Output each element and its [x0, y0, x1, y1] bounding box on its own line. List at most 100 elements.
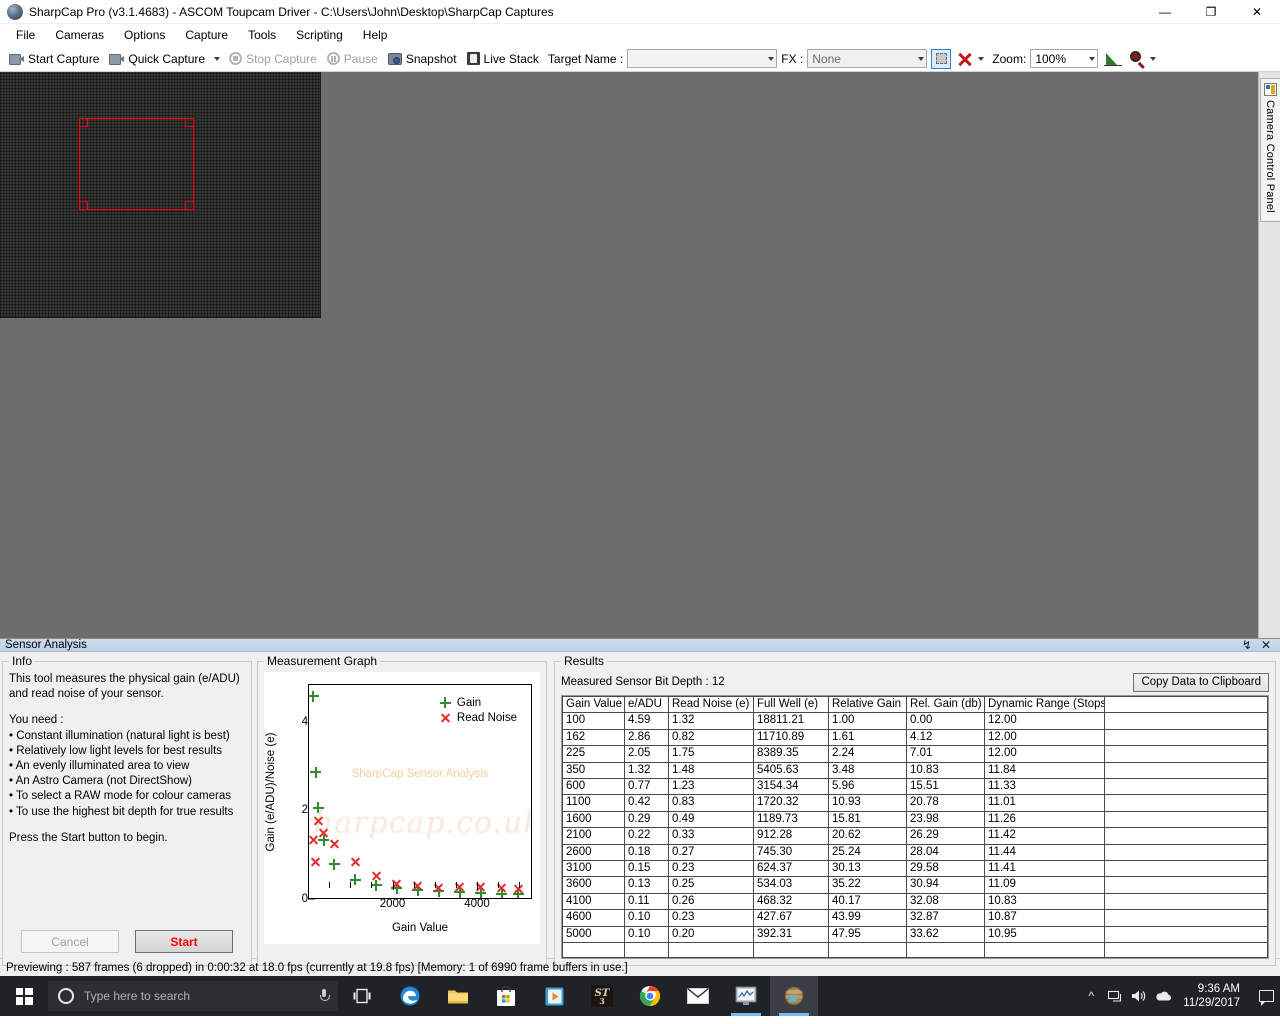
- start-menu-button[interactable]: [0, 976, 48, 1016]
- zoom-select[interactable]: 100%: [1030, 49, 1099, 68]
- table-header-cell-0[interactable]: Gain Value: [562, 696, 625, 714]
- roi-handle-top-right[interactable]: [185, 118, 194, 127]
- table-row[interactable]: 3600 0.13 0.25 534.03 35.22 30.94 11.09: [562, 876, 1268, 894]
- minimize-button[interactable]: —: [1142, 0, 1188, 24]
- taskbar-app-sharpcap[interactable]: [770, 976, 818, 1016]
- action-center-button[interactable]: [1252, 976, 1280, 1016]
- quick-capture-button[interactable]: Quick Capture: [104, 50, 210, 68]
- camera-preview[interactable]: [0, 72, 321, 318]
- pin-icon[interactable]: ↯: [1242, 639, 1252, 651]
- info-bullet: • An Astro Camera (not DirectShow): [9, 775, 192, 788]
- table-cell: 10.83: [984, 892, 1105, 911]
- histogram-icon[interactable]: [1104, 51, 1123, 66]
- table-header-cell-5[interactable]: Rel. Gain (db): [906, 696, 985, 714]
- menu-help[interactable]: Help: [353, 25, 398, 45]
- results-table-container[interactable]: Gain Value e/ADU Read Noise (e) Full Well (…: [561, 695, 1269, 960]
- table-row[interactable]: 1600 0.29 0.49 1189.73 15.81 23.98 11.26: [562, 810, 1268, 829]
- menu-cameras[interactable]: Cameras: [45, 25, 114, 45]
- taskbar-app-chrome[interactable]: [626, 976, 674, 1016]
- menu-options[interactable]: Options: [114, 25, 175, 45]
- menu-capture[interactable]: Capture: [175, 25, 238, 45]
- volume-icon[interactable]: [1127, 989, 1151, 1003]
- x-tick-minor: [371, 882, 373, 888]
- maximize-button[interactable]: ❐: [1188, 0, 1234, 24]
- table-cell: 40.17: [828, 892, 907, 911]
- taskbar-app-mail[interactable]: [674, 976, 722, 1016]
- network-icon[interactable]: [1103, 990, 1127, 1003]
- taskbar-app-file-explorer[interactable]: [434, 976, 482, 1016]
- menu-tools[interactable]: Tools: [238, 25, 286, 45]
- data-point-read-noise: [329, 838, 340, 849]
- table-cell: 3154.34: [753, 778, 829, 796]
- table-cell: 0.42: [624, 794, 669, 812]
- camera-control-panel-tab[interactable]: Camera Control Panel: [1259, 78, 1280, 222]
- table-header-cell-1[interactable]: e/ADU: [624, 696, 669, 714]
- select-area-button[interactable]: [931, 48, 952, 69]
- fx-select[interactable]: None: [807, 49, 928, 68]
- table-row[interactable]: 350 1.32 1.48 5405.63 3.48 10.83 11.84: [562, 761, 1268, 780]
- start-button[interactable]: Start: [135, 930, 233, 954]
- table-cell: 0.23: [668, 860, 754, 878]
- table-row[interactable]: 4600 0.10 0.23 427.67 43.99 32.87 10.87: [562, 909, 1268, 927]
- roi-handle-bottom-right[interactable]: [185, 201, 194, 210]
- table-cell: [1104, 778, 1268, 796]
- taskbar-app-phd2[interactable]: [722, 976, 770, 1016]
- roi-selection-rectangle[interactable]: [79, 118, 194, 210]
- table-cell: 20.78: [906, 794, 985, 812]
- table-row[interactable]: 4100 0.11 0.26 468.32 40.17 32.08 10.83: [562, 892, 1268, 911]
- pause-button[interactable]: Pause: [322, 50, 383, 68]
- table-cell: 4100: [562, 892, 625, 911]
- table-cell: 4.59: [624, 712, 669, 730]
- table-cell: 5405.63: [753, 761, 829, 780]
- show-hidden-icons-chevron[interactable]: ^: [1079, 989, 1103, 1003]
- close-button[interactable]: ✕: [1234, 0, 1280, 24]
- roi-handle-top-left[interactable]: [79, 118, 88, 127]
- microphone-icon[interactable]: [318, 988, 330, 1004]
- table-row[interactable]: 2600 0.18 0.27 745.30 25.24 28.04 11.44: [562, 843, 1268, 862]
- table-header-cell-4[interactable]: Relative Gain: [828, 696, 907, 714]
- onedrive-icon[interactable]: [1151, 990, 1175, 1002]
- table-cell: 11.09: [984, 876, 1105, 894]
- stop-capture-button[interactable]: Stop Capture: [224, 50, 322, 68]
- table-cell: 468.32: [753, 892, 829, 911]
- task-view-button[interactable]: [338, 976, 386, 1016]
- table-row[interactable]: 5000 0.10 0.20 392.31 47.95 33.62 10.95: [562, 925, 1268, 944]
- table-row[interactable]: 225 2.05 1.75 8389.35 2.24 7.01 12.00: [562, 745, 1268, 763]
- cortana-icon: [58, 988, 74, 1004]
- snapshot-button[interactable]: Snapshot: [383, 50, 462, 68]
- menu-file[interactable]: File: [6, 25, 45, 45]
- table-header-cell-7[interactable]: [1104, 696, 1268, 714]
- table-row[interactable]: 3100 0.15 0.23 624.37 30.13 29.58 11.41: [562, 860, 1268, 878]
- copy-data-to-clipboard-button[interactable]: Copy Data to Clipboard: [1133, 672, 1269, 692]
- table-row[interactable]: 1100 0.42 0.83 1720.32 10.93 20.78 11.01: [562, 794, 1268, 812]
- table-row[interactable]: 100 4.59 1.32 18811.21 1.00 0.00 12.00: [562, 712, 1268, 730]
- table-header-cell-2[interactable]: Read Noise (e): [668, 696, 754, 714]
- table-header-cell-3[interactable]: Full Well (e): [753, 696, 829, 714]
- table-header-cell-6[interactable]: Dynamic Range (Stops): [984, 696, 1105, 714]
- taskbar-app-microsoft-store[interactable]: [482, 976, 530, 1016]
- live-stack-button[interactable]: Live Stack: [462, 50, 544, 68]
- start-capture-button[interactable]: Start Capture: [4, 50, 104, 68]
- table-row[interactable]: 600 0.77 1.23 3154.34 5.96 15.51 11.33: [562, 778, 1268, 796]
- menu-scripting[interactable]: Scripting: [286, 25, 353, 45]
- magnifier-dropdown-icon[interactable]: [1150, 56, 1157, 61]
- sensor-analysis-panel: Sensor Analysis ↯ ✕ Info This tool measu…: [0, 638, 1280, 967]
- taskbar-app-sequence-generator[interactable]: ST 3: [578, 976, 626, 1016]
- table-row[interactable]: 2100 0.22 0.33 912.28 20.62 26.29 11.42: [562, 827, 1268, 845]
- taskbar-clock[interactable]: 9:36 AM 11/29/2017: [1175, 982, 1252, 1010]
- taskbar-search-input[interactable]: Type here to search: [48, 981, 338, 1011]
- cancel-button[interactable]: Cancel: [21, 930, 119, 954]
- window-title-bar: SharpCap Pro (v3.1.4683) - ASCOM Toupcam…: [0, 0, 1280, 24]
- taskbar-app-movies-tv[interactable]: [530, 976, 578, 1016]
- roi-handle-bottom-left[interactable]: [79, 201, 88, 210]
- target-name-input[interactable]: [627, 49, 778, 68]
- table-row[interactable]: 162 2.86 0.82 11710.89 1.61 4.12 12.00: [562, 728, 1268, 747]
- selection-dropdown-icon[interactable]: [978, 56, 985, 61]
- quick-capture-dropdown-icon[interactable]: [214, 56, 221, 61]
- close-icon[interactable]: ✕: [1261, 639, 1271, 651]
- table-row[interactable]: [562, 942, 1268, 959]
- taskbar-app-edge[interactable]: [386, 976, 434, 1016]
- clear-selection-icon[interactable]: [956, 50, 974, 68]
- magnifier-icon[interactable]: [1129, 50, 1146, 69]
- results-legend: Results: [564, 654, 605, 668]
